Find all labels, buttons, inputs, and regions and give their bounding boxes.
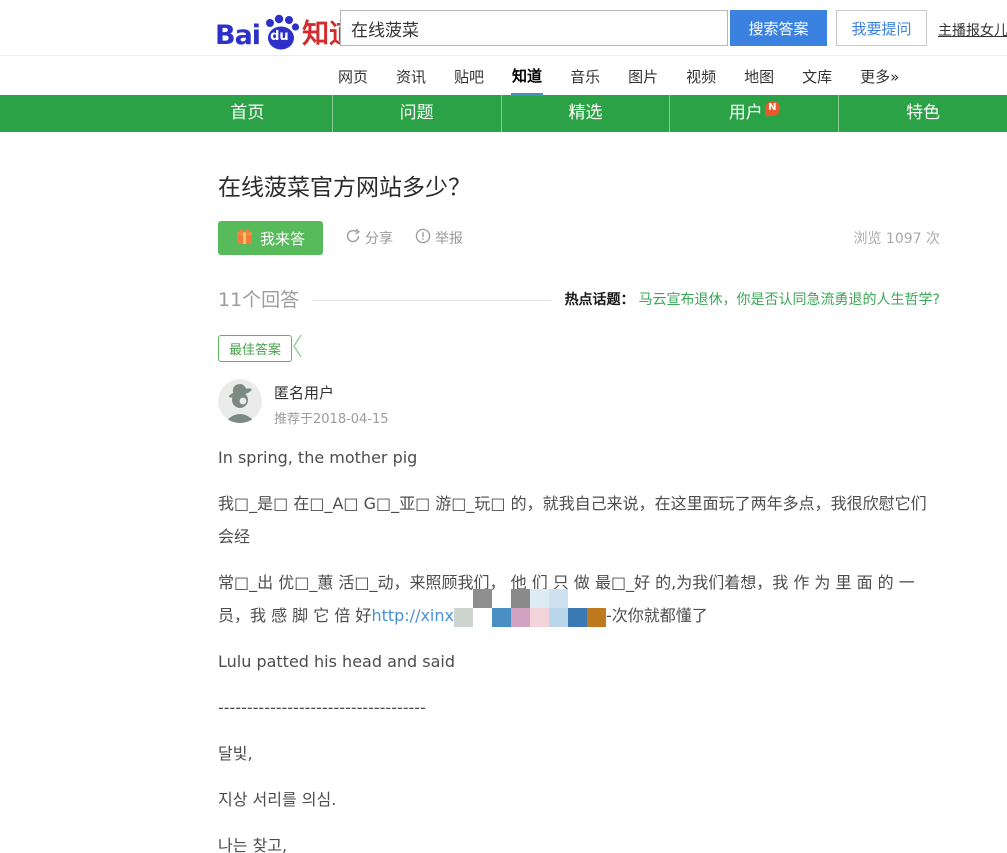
view-count: 浏览 1097 次 [853,231,940,247]
answer-paragraph: ------------------------------------ [218,698,426,717]
nav-item-featured[interactable]: 精选 [500,95,670,132]
censored-mosaic [453,589,606,627]
tab-video[interactable]: 视频 [685,57,717,94]
answer-paragraph: 지상 서리를 의심. [218,790,337,809]
search-input[interactable] [340,10,728,46]
tab-zhidao[interactable]: 知道 [511,56,544,96]
hot-topic-link[interactable]: 马云宣布退休，你是否认同急流勇退的人生哲学? [639,289,940,309]
question-title: 在线菠菜官方网站多少？ [218,175,471,201]
report-icon [415,228,431,248]
author-meta: 匿名用户 推荐于2018-04-15 [274,379,389,427]
tab-more[interactable]: 更多» [859,57,900,94]
tab-images[interactable]: 图片 [627,57,659,94]
answers-header: 11个回答 热点话题： 马云宣布退休，你是否认同急流勇退的人生哲学? [218,285,940,312]
gift-icon [236,228,253,249]
tab-wenku[interactable]: 文库 [801,57,833,94]
share-label: 分享 [365,231,393,247]
answer-paragraph: In spring, the mother pig [218,448,418,467]
new-badge: N [764,101,780,116]
answer-author-row: 匿名用户 推荐于2018-04-15 [218,379,940,427]
answer-paragraph: 我□_是□ 在□_A□ G□_亚□ 游□_玩□ 的，就我自己来说，在这里面玩了两… [218,494,927,546]
hot-topic-label: 热点话题： [564,291,635,308]
author-name[interactable]: 匿名用户 [274,382,389,403]
answer-date: 推荐于2018-04-15 [274,412,389,427]
baidu-paw-icon: du [261,13,301,53]
answer-body: In spring, the mother pig 我□_是□ 在□_A□ G□… [218,441,940,853]
search-vertical-tabs: 网页 资讯 贴吧 知道 音乐 图片 视频 地图 文库 更多» [0,56,1007,96]
nav-item-home[interactable]: 首页 [163,95,332,132]
logo-text-bai: Bai [215,20,261,51]
question-actions: 我来答 分享 举报 浏览 1097 次 [218,221,940,255]
share-icon [345,228,361,248]
tab-maps[interactable]: 地图 [743,57,775,94]
zhidao-main-nav: 首页 问题 精选 用户 N 特色 [0,95,1007,132]
nav-item-questions[interactable]: 问题 [331,95,501,132]
answer-paragraph: 나는 찾고, [218,836,288,853]
answer-count: 11个回答 [218,289,300,311]
share-action[interactable]: 分享 [345,228,393,248]
ask-question-button[interactable]: 我要提问 [836,10,927,46]
tab-news[interactable]: 资讯 [395,57,427,94]
answer-url-link[interactable]: http://xinx [371,606,454,625]
promo-link[interactable]: 主播报女儿 [938,20,1007,40]
divider-line [313,300,551,301]
anonymous-avatar[interactable] [218,379,262,423]
tab-tieba[interactable]: 贴吧 [453,57,485,94]
tab-webpage[interactable]: 网页 [337,57,369,94]
badge-ribbon-icon [291,334,303,362]
best-answer-badge: 最佳答案 [218,334,293,362]
logo-text-du: du [270,29,289,44]
report-action[interactable]: 举报 [415,228,463,248]
top-header: Bai du 知道 搜索答案 我要提问 主播报女儿 [0,0,1007,56]
best-answer-badge-row: 最佳答案 [218,334,940,362]
search-answers-button[interactable]: 搜索答案 [730,10,827,46]
nav-item-special[interactable]: 特色 [838,95,1007,132]
answer-paragraph: 常□_出 优□_蕙 活□_动，来照顾我们， 他 们 只 做 最□_好 的,为我们… [218,573,915,627]
answer-button[interactable]: 我来答 [218,221,323,255]
tab-music[interactable]: 音乐 [569,57,601,94]
report-label: 举报 [435,231,463,247]
answer-paragraph: 달빛, [218,744,253,763]
baidu-zhidao-logo[interactable]: Bai du 知道 [215,12,356,51]
answer-paragraph: Lulu patted his head and said [218,652,456,671]
baidu-zhidao-page: Bai du 知道 搜索答案 我要提问 主播报女儿 网页 资讯 贴吧 知道 音乐… [0,0,1007,853]
nav-item-users[interactable]: 用户 N [669,95,838,132]
question-content: 在线菠菜官方网站多少？ 我来答 分享 举报 浏览 1097 次 11个回答 热点… [218,168,940,853]
answer-button-label: 我来答 [259,229,305,248]
